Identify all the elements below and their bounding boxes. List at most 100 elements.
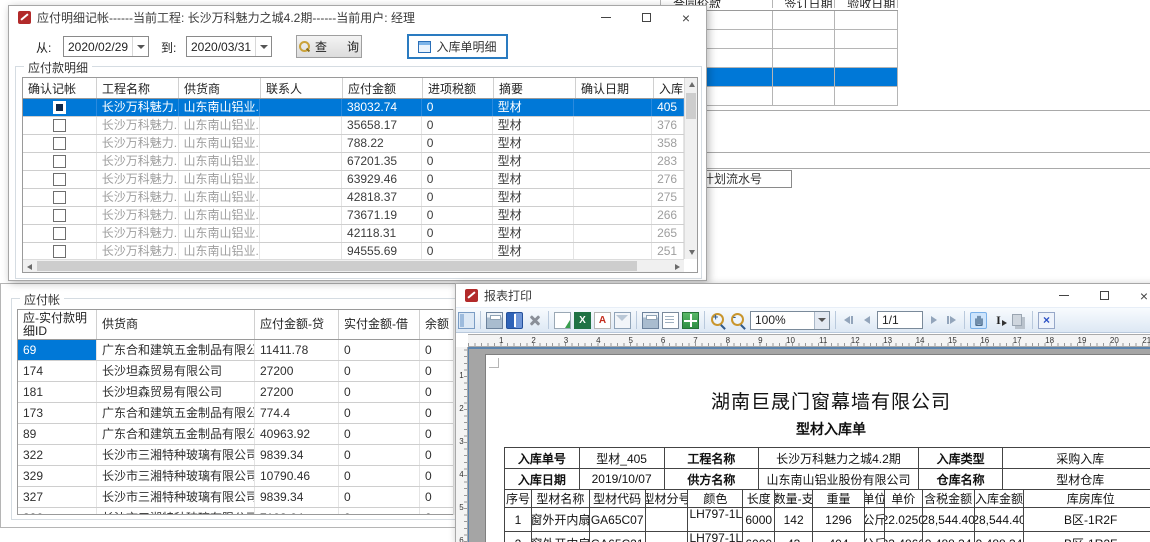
detail-col: 型材分号 <box>646 490 689 507</box>
scroll-right-icon[interactable] <box>671 260 684 273</box>
confirm-checkbox[interactable] <box>53 227 66 240</box>
tools-icon[interactable] <box>526 312 543 329</box>
to-date-combo[interactable]: 2020/03/31 <box>186 36 272 57</box>
table-row[interactable]: 327 长沙市三湘特种玻璃有限公司 9839.34 0 0 <box>18 487 465 508</box>
chevron-down-icon[interactable] <box>132 37 148 56</box>
close-button[interactable]: × <box>1124 284 1150 307</box>
detail-cell: 9,488.34 <box>923 532 975 542</box>
table-row[interactable]: 长沙万科魅力... 山东南山铝业... 38032.74 0 型材 405 <box>23 99 684 117</box>
print-icon[interactable] <box>486 312 503 329</box>
confirm-checkbox[interactable] <box>53 119 66 132</box>
table-row[interactable]: 173 广东合和建筑五金制品有限公司 774.4 0 0 <box>18 403 465 424</box>
copy-icon[interactable] <box>1010 312 1027 329</box>
cell-summary: 型材 <box>493 243 575 259</box>
cell-amount: 35658.17 <box>342 117 422 134</box>
from-label: 从: <box>36 39 51 56</box>
confirm-checkbox[interactable] <box>53 245 66 258</box>
export-excel-icon[interactable]: X <box>574 312 591 329</box>
report-preview-area[interactable]: 湖南巨晟门窗幕墙有限公司 型材入库单 入库单号 型材_405 工程名称 长沙万科… <box>468 347 1150 542</box>
table-row[interactable]: 181 长沙坦森贸易有限公司 27200 0 0 <box>18 382 465 403</box>
export-icon[interactable] <box>554 312 571 329</box>
panel-icon[interactable] <box>458 312 475 329</box>
from-date-combo[interactable]: 2020/02/29 <box>63 36 149 57</box>
group-label: 应付帐 <box>20 291 64 308</box>
confirm-checkbox[interactable] <box>53 137 66 150</box>
zoom-out-icon[interactable]: - <box>730 312 747 329</box>
cell-credit: 9839.34 <box>255 445 339 465</box>
send-mail-icon[interactable] <box>614 312 631 329</box>
table-row[interactable]: 326 长沙市三湘特种玻璃有限公司 7193.64 0 0 <box>18 508 465 515</box>
text-select-icon[interactable]: I <box>990 312 1007 329</box>
ruler-number: 13 <box>860 335 892 346</box>
scrollbar-thumb[interactable] <box>37 261 637 271</box>
table-row[interactable]: 329 长沙市三湘特种玻璃有限公司 10790.46 0 0 <box>18 466 465 487</box>
cell-id: 327 <box>18 487 97 507</box>
table-row[interactable]: 89 广东合和建筑五金制品有限公司 40963.92 0 0 <box>18 424 465 445</box>
payable-detail-window: 应付明细记帐------当前工程: 长沙万科魅力之城4.2期------当前用户… <box>8 5 707 281</box>
detail-cell: 公斤 <box>865 532 885 542</box>
close-preview-icon[interactable]: × <box>1038 312 1055 329</box>
inbound-detail-button[interactable]: 入库单明细 <box>407 34 508 59</box>
table-row[interactable]: 长沙万科魅力... 山东南山铝业... 788.22 0 型材 358 <box>23 135 684 153</box>
scrollbar-thumb[interactable] <box>686 93 696 119</box>
confirm-checkbox[interactable] <box>53 173 66 186</box>
col-debit: 实付金额-借 <box>339 310 420 339</box>
detail-cell: 窗外开内扇 <box>532 508 590 531</box>
table-row[interactable]: 长沙万科魅力... 山东南山铝业... 94555.69 0 型材 251 <box>23 243 684 259</box>
table-row[interactable]: 174 长沙坦森贸易有限公司 27200 0 0 <box>18 361 465 382</box>
cell-supplier: 山东南山铝业... <box>179 171 261 188</box>
confirm-checkbox[interactable] <box>53 155 66 168</box>
minimize-button[interactable] <box>1044 284 1084 307</box>
query-button[interactable]: 查 询 <box>296 35 362 58</box>
confirm-checkbox[interactable] <box>53 101 66 114</box>
cell-amount: 63929.46 <box>342 171 422 188</box>
maximize-button[interactable] <box>626 6 666 29</box>
detail-cell: 6000 <box>743 532 775 542</box>
table-row[interactable]: 69 广东合和建筑五金制品有限公司 11411.78 0 0 <box>18 340 465 361</box>
chevron-down-icon[interactable] <box>814 312 829 329</box>
table-row[interactable]: 长沙万科魅力... 山东南山铝业... 67201.35 0 型材 283 <box>23 153 684 171</box>
chevron-down-icon[interactable] <box>255 37 271 56</box>
preview-book-icon[interactable] <box>506 312 523 329</box>
detail-col: 重量 <box>813 490 865 507</box>
zoom-in-icon[interactable]: + <box>710 312 727 329</box>
table-row[interactable]: 322 长沙市三湘特种玻璃有限公司 9839.34 0 0 <box>18 445 465 466</box>
prev-page-button[interactable] <box>859 312 874 328</box>
scroll-left-icon[interactable] <box>23 260 36 273</box>
table-row[interactable]: 长沙万科魅力... 山东南山铝业... 73671.19 0 型材 266 <box>23 207 684 225</box>
confirm-checkbox[interactable] <box>53 191 66 204</box>
cell-supplier: 长沙市三湘特种玻璃有限公司 <box>97 487 255 507</box>
horizontal-scrollbar[interactable] <box>23 259 684 272</box>
last-page-button[interactable] <box>944 312 959 328</box>
detail-cell: 1296 <box>813 508 865 531</box>
scroll-down-icon[interactable] <box>685 246 698 259</box>
cell-supplier: 山东南山铝业... <box>179 99 261 116</box>
table-row[interactable]: 长沙万科魅力... 山东南山铝业... 42818.37 0 型材 275 <box>23 189 684 207</box>
table-row[interactable]: 长沙万科魅力... 山东南山铝业... 35658.17 0 型材 376 <box>23 117 684 135</box>
next-page-button[interactable] <box>926 312 941 328</box>
zoom-level-combo[interactable]: 100% <box>750 311 830 330</box>
confirm-checkbox[interactable] <box>53 209 66 222</box>
table-row[interactable]: 长沙万科魅力... 山东南山铝业... 63929.46 0 型材 276 <box>23 171 684 189</box>
print-setup-icon[interactable] <box>642 312 659 329</box>
cell-balance: 0 <box>420 361 455 381</box>
titlebar[interactable]: 应付明细记帐------当前工程: 长沙万科魅力之城4.2期------当前用户… <box>9 6 706 29</box>
cell-summary: 型材 <box>493 153 575 170</box>
cell-inbound: 275 <box>652 189 684 206</box>
cell-amount: 42118.31 <box>342 225 422 242</box>
page-setup-icon[interactable] <box>662 312 679 329</box>
close-button[interactable]: × <box>666 6 706 29</box>
export-grid-icon[interactable] <box>682 312 699 329</box>
scroll-up-icon[interactable] <box>685 78 698 91</box>
hand-tool-icon[interactable] <box>970 312 987 329</box>
col-tax: 进项税额 <box>423 78 494 98</box>
info-value: 长沙万科魅力之城4.2期 <box>759 448 919 468</box>
minimize-button[interactable] <box>586 6 626 29</box>
maximize-button[interactable] <box>1084 284 1124 307</box>
export-pdf-icon[interactable]: A <box>594 312 611 329</box>
page-number-input[interactable]: 1/1 <box>877 311 923 329</box>
vertical-scrollbar[interactable] <box>684 78 697 259</box>
table-row[interactable]: 长沙万科魅力... 山东南山铝业... 42118.31 0 型材 265 <box>23 225 684 243</box>
first-page-button[interactable] <box>841 312 856 328</box>
titlebar[interactable]: 报表打印 × <box>456 284 1150 307</box>
